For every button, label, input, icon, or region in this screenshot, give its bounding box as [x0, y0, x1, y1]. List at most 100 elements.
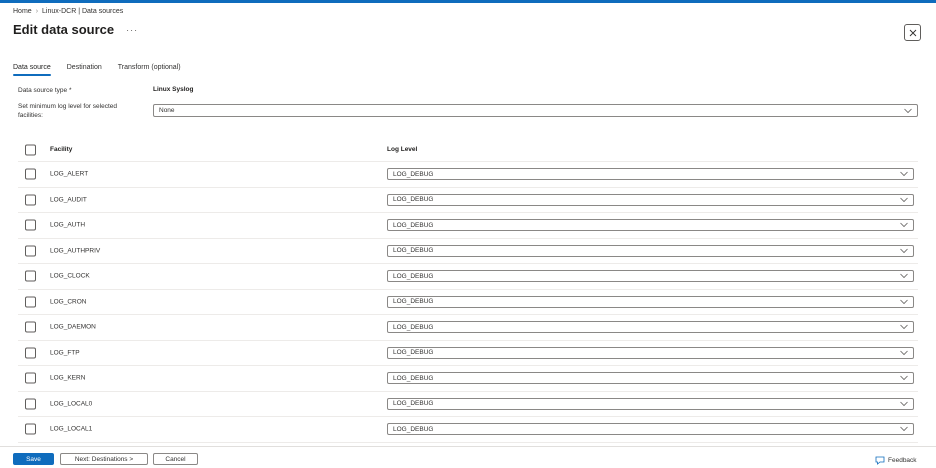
chevron-down-icon: [900, 324, 908, 330]
breadcrumb-separator: ›: [35, 8, 39, 15]
tab-destination[interactable]: Destination: [67, 64, 102, 75]
breadcrumb-data-sources[interactable]: Linux-DCR | Data sources: [42, 8, 123, 15]
table-row: LOG_LOCAL1 LOG_DEBUG: [18, 417, 918, 443]
row-checkbox[interactable]: [25, 372, 36, 384]
log-level-select[interactable]: LOG_DEBUG: [387, 193, 914, 206]
table-row: LOG_KERN LOG_DEBUG: [18, 366, 918, 392]
log-level-select[interactable]: LOG_DEBUG: [387, 372, 914, 385]
footer-bar: Save Next: Destinations > Cancel Feedbac…: [0, 446, 936, 468]
facility-name: LOG_AUTH: [50, 221, 86, 229]
chevron-down-icon: [900, 401, 908, 406]
facility-name: LOG_ALERT: [50, 170, 89, 178]
chevron-down-icon: [900, 248, 908, 253]
top-accent-bar: [0, 0, 936, 3]
min-log-level-label: Set minimum log level for selected facil…: [18, 102, 117, 120]
log-level-value: LOG_DEBUG: [393, 272, 434, 280]
table-row: LOG_AUDIT LOG_DEBUG: [18, 188, 918, 213]
row-checkbox[interactable]: [25, 347, 36, 359]
chevron-down-icon: [900, 426, 908, 432]
min-log-level-value: None: [159, 107, 175, 114]
save-button[interactable]: Save: [13, 453, 54, 465]
table-row: LOG_AUTH LOG_DEBUG: [18, 213, 918, 239]
facility-table: Facility Log Level LOG_ALERT LOG_DEBUG LOG…: [18, 138, 918, 443]
row-checkbox[interactable]: [25, 168, 36, 180]
data-source-type-label: Data source type *: [18, 87, 72, 94]
log-level-select[interactable]: LOG_DEBUG: [387, 244, 914, 257]
feedback-label: Feedback: [888, 457, 917, 464]
chevron-down-icon: [900, 197, 908, 202]
min-log-level-label-line1: Set minimum log level for selected: [18, 103, 117, 110]
facility-name: LOG_CRON: [50, 298, 87, 306]
log-level-value: LOG_DEBUG: [393, 221, 434, 229]
row-checkbox[interactable]: [25, 270, 36, 282]
table-row: LOG_FTP LOG_DEBUG: [18, 341, 918, 366]
log-level-select[interactable]: LOG_DEBUG: [387, 397, 914, 410]
next-destinations-button[interactable]: Next: Destinations >: [60, 453, 148, 465]
log-level-value: LOG_DEBUG: [393, 374, 434, 382]
min-log-level-label-line2: facilities:: [18, 112, 43, 119]
breadcrumb-home[interactable]: Home: [13, 8, 32, 15]
row-checkbox[interactable]: [25, 194, 36, 206]
feedback-link[interactable]: Feedback: [875, 456, 917, 465]
tab-data-source[interactable]: Data source: [13, 64, 51, 76]
row-checkbox[interactable]: [25, 321, 36, 333]
log-level-value: LOG_DEBUG: [393, 196, 434, 204]
log-level-value: LOG_DEBUG: [393, 349, 434, 357]
log-level-select[interactable]: LOG_DEBUG: [387, 321, 914, 334]
min-log-level-select[interactable]: None: [153, 104, 918, 117]
chevron-down-icon: [900, 222, 908, 228]
log-level-value: LOG_DEBUG: [393, 170, 434, 178]
table-row: LOG_LOCAL0 LOG_DEBUG: [18, 392, 918, 417]
title-row: Edit data source ···: [13, 22, 138, 37]
column-header-log-level: Log Level: [387, 146, 418, 153]
chevron-down-icon: [900, 375, 908, 381]
select-all-checkbox[interactable]: [25, 144, 36, 156]
chevron-down-icon: [900, 273, 908, 279]
breadcrumb: Home › Linux-DCR | Data sources: [13, 8, 123, 15]
feedback-icon: [875, 456, 885, 465]
tab-bar: Data source Destination Transform (optio…: [13, 64, 197, 76]
log-level-value: LOG_DEBUG: [393, 425, 434, 433]
tab-transform[interactable]: Transform (optional): [118, 64, 181, 75]
row-checkbox[interactable]: [25, 219, 36, 231]
facility-name: LOG_FTP: [50, 349, 80, 357]
log-level-select[interactable]: LOG_DEBUG: [387, 346, 914, 359]
log-level-value: LOG_DEBUG: [393, 400, 434, 408]
facility-name: LOG_DAEMON: [50, 323, 96, 331]
facility-name: LOG_KERN: [50, 374, 86, 382]
cancel-button[interactable]: Cancel: [153, 453, 198, 465]
log-level-select[interactable]: LOG_DEBUG: [387, 168, 914, 181]
chevron-down-icon: [900, 299, 908, 304]
table-row: LOG_DAEMON LOG_DEBUG: [18, 315, 918, 341]
row-checkbox[interactable]: [25, 245, 36, 257]
table-row: LOG_CLOCK LOG_DEBUG: [18, 264, 918, 290]
facility-name: LOG_CLOCK: [50, 272, 90, 280]
table-row: LOG_AUTHPRIV LOG_DEBUG: [18, 239, 918, 264]
log-level-select[interactable]: LOG_DEBUG: [387, 219, 914, 232]
facility-name: LOG_AUDIT: [50, 196, 87, 204]
table-body: LOG_ALERT LOG_DEBUG LOG_AUDIT LOG_DEBUG LOG_…: [18, 162, 918, 443]
close-button[interactable]: [904, 24, 921, 41]
table-header: Facility Log Level: [18, 138, 918, 162]
chevron-down-icon: [900, 350, 908, 355]
row-checkbox[interactable]: [25, 398, 36, 410]
column-header-facility: Facility: [50, 146, 73, 153]
log-level-value: LOG_DEBUG: [393, 247, 434, 255]
chevron-down-icon: [904, 108, 912, 113]
facility-name: LOG_LOCAL0: [50, 400, 93, 408]
close-icon: [909, 29, 916, 36]
page-title: Edit data source: [13, 22, 115, 37]
log-level-select[interactable]: LOG_DEBUG: [387, 270, 914, 283]
log-level-select[interactable]: LOG_DEBUG: [387, 295, 914, 308]
data-source-type-value: Linux Syslog: [153, 86, 194, 93]
log-level-value: LOG_DEBUG: [393, 323, 434, 331]
chevron-down-icon: [900, 171, 908, 177]
facility-name: LOG_LOCAL1: [50, 425, 93, 433]
row-checkbox[interactable]: [25, 296, 36, 308]
row-checkbox[interactable]: [25, 423, 36, 435]
log-level-select[interactable]: LOG_DEBUG: [387, 423, 914, 436]
log-level-value: LOG_DEBUG: [393, 298, 434, 306]
more-options-button[interactable]: ···: [126, 25, 138, 35]
facility-name: LOG_AUTHPRIV: [50, 247, 101, 255]
table-row: LOG_ALERT LOG_DEBUG: [18, 162, 918, 188]
